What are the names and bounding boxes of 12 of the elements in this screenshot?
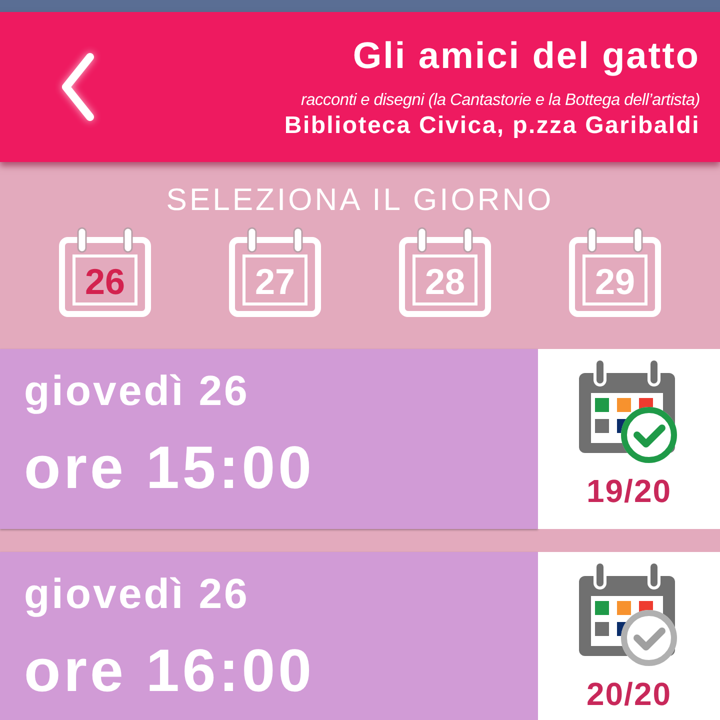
seat-count: 19/20 xyxy=(586,473,672,510)
event-title: Gli amici del gatto xyxy=(352,34,700,76)
slot-card[interactable]: giovedì 26 ore 15:00 xyxy=(0,349,538,529)
event-location: Biblioteca Civica, p.zza Garibaldi xyxy=(284,112,700,140)
day-picker-title: SELEZIONA IL GIORNO xyxy=(166,182,554,218)
slot-card[interactable]: giovedì 26 ore 16:00 xyxy=(0,552,538,720)
slot-time: ore 15:00 xyxy=(24,435,316,501)
slot-day: giovedì 26 xyxy=(24,570,538,618)
seat-count: 20/20 xyxy=(586,676,672,713)
event-subtitle: racconti e disegni (la Cantastorie e la Bottega dell’artista) xyxy=(300,90,700,110)
slot-day: giovedì 26 xyxy=(24,367,538,415)
slot-time: ore 16:00 xyxy=(24,638,316,704)
